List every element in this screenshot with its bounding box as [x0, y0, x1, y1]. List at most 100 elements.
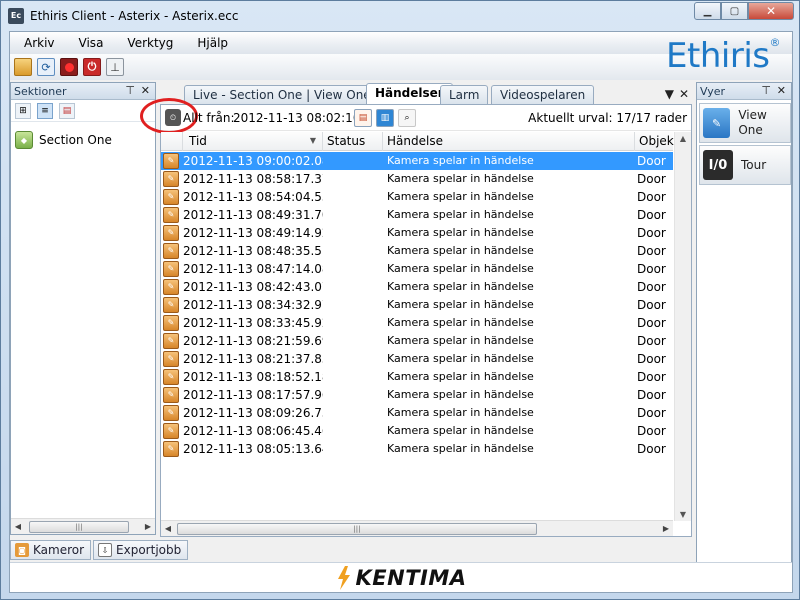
pin-icon[interactable]: ⊤: [761, 84, 771, 97]
table-row[interactable]: ✎ 2012-11-13 08:21:59.698 Kamera spelar in…: [161, 332, 673, 350]
tab-videospelaren[interactable]: Videospelaren: [491, 85, 595, 104]
table-row[interactable]: ✎ 2012-11-13 08:42:43.076 Kamera spelar in…: [161, 278, 673, 296]
tab-exportjobb[interactable]: ⇩ Exportjobb: [93, 540, 189, 560]
table-row[interactable]: ✎ 2012-11-13 08:17:57.962 Kamera spelar in…: [161, 386, 673, 404]
tab-kameror[interactable]: ◙ Kameror: [10, 540, 92, 560]
cell-time: 2012-11-13 08:06:45.462: [183, 424, 323, 438]
cell-object: Door: [637, 406, 666, 420]
table-row[interactable]: ✎ 2012-11-13 08:47:14.084 Kamera spelar in…: [161, 260, 673, 278]
cell-object: Door: [637, 208, 666, 222]
stamp-button[interactable]: ⊥: [106, 58, 124, 76]
columns-icon[interactable]: ▥: [376, 109, 394, 127]
event-icon: ✎: [163, 387, 179, 403]
close-button[interactable]: ✕: [748, 2, 794, 20]
table-row[interactable]: ✎ 2012-11-13 08:05:13.640 Kamera spelar in…: [161, 440, 673, 458]
views-panel: Vyer ⊤ ✕ ✎ View One I/0 Tour: [696, 82, 792, 592]
tab-list-dropdown-icon[interactable]: ▼: [665, 87, 674, 101]
scroll-left-icon[interactable]: ◀: [161, 524, 175, 533]
filter-date-value[interactable]: 2012-11-13 08:02:10: [233, 111, 360, 125]
event-icon: ✎: [163, 441, 179, 457]
column-header-objekt[interactable]: Objekt: [635, 132, 678, 151]
table-row[interactable]: ✎ 2012-11-13 08:21:37.854 Kamera spelar in…: [161, 350, 673, 368]
events-hscroll[interactable]: ◀ ||| ▶: [161, 520, 673, 536]
table-row[interactable]: ✎ 2012-11-13 08:09:26.735 Kamera spelar in…: [161, 404, 673, 422]
column-header-status[interactable]: Status: [323, 132, 383, 151]
close-icon[interactable]: ✕: [141, 84, 150, 97]
title-bar[interactable]: Ec Ethiris Client - Asterix - Asterix.ec…: [1, 1, 799, 30]
table-row[interactable]: ✎ 2012-11-13 09:00:02.082 Kamera spelar in…: [161, 152, 673, 170]
scroll-down-icon[interactable]: ▼: [675, 510, 691, 519]
cell-time: 2012-11-13 08:49:31.705: [183, 208, 323, 222]
event-icon: ✎: [163, 315, 179, 331]
cell-object: Door: [637, 244, 666, 258]
table-row[interactable]: ✎ 2012-11-13 08:49:14.920 Kamera spelar in…: [161, 224, 673, 242]
events-vscroll[interactable]: ▲ ▼: [674, 132, 691, 521]
sort-descending-icon: ▼: [309, 136, 316, 145]
tab-live[interactable]: Live - Section One | View One: [184, 85, 380, 104]
tree-view-icon[interactable]: ⊞: [15, 102, 31, 119]
cell-time: 2012-11-13 08:09:26.735: [183, 406, 323, 420]
menu-hjalp[interactable]: Hjälp: [183, 36, 238, 50]
open-folder-button[interactable]: [14, 58, 32, 76]
view-icon: ✎: [703, 108, 731, 138]
pin-icon[interactable]: ⊤: [125, 84, 135, 97]
menu-visa[interactable]: Visa: [65, 36, 114, 50]
maximize-button[interactable]: ▢: [721, 2, 748, 20]
event-icon: ✎: [163, 171, 179, 187]
event-icon: ✎: [163, 225, 179, 241]
table-row[interactable]: ✎ 2012-11-13 08:49:31.705 Kamera spelar in…: [161, 206, 673, 224]
cell-time: 2012-11-13 08:17:57.962: [183, 388, 323, 402]
tab-close-icon[interactable]: ✕: [679, 87, 689, 101]
cell-time: 2012-11-13 08:49:14.920: [183, 226, 323, 240]
close-icon[interactable]: ✕: [777, 84, 786, 97]
table-row[interactable]: ✎ 2012-11-13 08:48:35.515 Kamera spelar in…: [161, 242, 673, 260]
search-icon[interactable]: ⌕: [398, 109, 416, 127]
event-icon: ✎: [163, 351, 179, 367]
tab-larm[interactable]: Larm: [440, 85, 489, 104]
view-item-label: View One: [738, 108, 767, 137]
scroll-up-icon[interactable]: ▲: [675, 134, 691, 143]
cell-object: Door: [637, 298, 666, 312]
scroll-thumb[interactable]: |||: [177, 522, 537, 535]
table-row[interactable]: ✎ 2012-11-13 08:34:32.974 Kamera spelar in…: [161, 296, 673, 314]
list-view-icon[interactable]: ≡: [37, 102, 53, 119]
view-item-tour[interactable]: I/0 Tour: [699, 145, 791, 185]
view-item-view-one[interactable]: ✎ View One: [699, 103, 791, 143]
tree-item-section-one[interactable]: ◆ Section One: [15, 131, 112, 149]
column-header-handelse[interactable]: Händelse: [383, 132, 635, 151]
scroll-right-icon[interactable]: ▶: [659, 524, 673, 533]
record-button[interactable]: [60, 58, 78, 76]
scroll-thumb[interactable]: |||: [29, 520, 129, 533]
sections-panel-title: Sektioner: [14, 84, 67, 98]
event-icon: ✎: [163, 405, 179, 421]
cell-object: Door: [637, 352, 666, 366]
table-row[interactable]: ✎ 2012-11-13 08:54:04.531 Kamera spelar in…: [161, 188, 673, 206]
export-icon[interactable]: ▤: [354, 109, 372, 127]
cell-event: Kamera spelar in händelse: [387, 244, 534, 257]
scroll-right-icon[interactable]: ▶: [141, 522, 155, 531]
scroll-left-icon[interactable]: ◀: [11, 522, 25, 531]
grid-view-icon[interactable]: ▤: [59, 102, 75, 119]
minimize-button[interactable]: ▁: [694, 2, 721, 20]
filter-label: Allt från:: [183, 111, 235, 125]
sections-hscroll[interactable]: ◀ ||| ▶: [11, 518, 155, 534]
table-row[interactable]: ✎ 2012-11-13 08:18:52.188 Kamera spelar in…: [161, 368, 673, 386]
cell-event: Kamera spelar in händelse: [387, 370, 534, 383]
events-view: ⏲ Allt från: 2012-11-13 08:02:10 ▤ ▥ ⌕ A…: [140, 98, 692, 537]
menu-verktyg[interactable]: Verktyg: [113, 36, 183, 50]
bottom-tab-strip: ◙ Kameror ⇩ Exportjobb: [10, 540, 190, 560]
refresh-button[interactable]: ⟳: [37, 58, 55, 76]
column-header-tid[interactable]: Tid ▼: [183, 132, 323, 151]
bolt-icon: [337, 565, 350, 590]
table-row[interactable]: ✎ 2012-11-13 08:33:45.924 Kamera spelar in…: [161, 314, 673, 332]
cell-object: Door: [637, 226, 666, 240]
table-row[interactable]: ✎ 2012-11-13 08:58:17.375 Kamera spelar in…: [161, 170, 673, 188]
cell-event: Kamera spelar in händelse: [387, 226, 534, 239]
cell-object: Door: [637, 370, 666, 384]
window-controls: ▁ ▢ ✕: [694, 2, 794, 20]
menu-arkiv[interactable]: Arkiv: [10, 36, 65, 50]
app-window: Ec Ethiris Client - Asterix - Asterix.ec…: [0, 0, 800, 600]
power-button[interactable]: ⏻: [83, 58, 101, 76]
selection-count: Aktuellt urval: 17/17 rader: [528, 111, 687, 125]
table-row[interactable]: ✎ 2012-11-13 08:06:45.462 Kamera spelar in…: [161, 422, 673, 440]
